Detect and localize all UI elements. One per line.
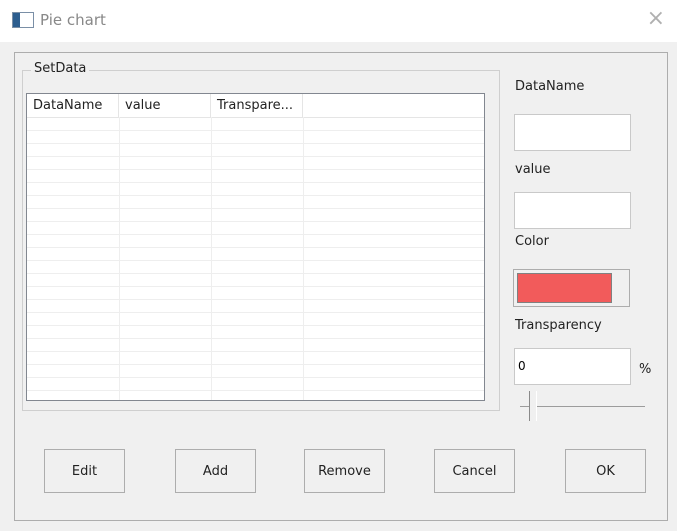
grid-row xyxy=(27,339,484,352)
color-picker-button[interactable] xyxy=(513,269,630,307)
color-swatch xyxy=(517,273,612,303)
window-icon xyxy=(12,12,34,28)
cancel-button[interactable]: Cancel xyxy=(434,449,515,493)
grid-row xyxy=(27,144,484,157)
column-header-transparency[interactable]: Transpare... xyxy=(211,94,303,117)
grid-row xyxy=(27,196,484,209)
grid-row xyxy=(27,378,484,391)
transparency-input[interactable] xyxy=(514,348,631,385)
dataname-input[interactable] xyxy=(514,114,631,151)
grid-row xyxy=(27,274,484,287)
list-header: DataName value Transpare... xyxy=(27,94,484,118)
remove-button[interactable]: Remove xyxy=(304,449,385,493)
close-icon[interactable]: × xyxy=(647,6,665,31)
grid-row xyxy=(27,352,484,365)
title-bar: Pie chart × xyxy=(0,0,677,42)
grid-row xyxy=(27,131,484,144)
grid-column-line xyxy=(119,117,120,400)
transparency-label: Transparency xyxy=(515,318,602,333)
data-list[interactable]: DataName value Transpare... xyxy=(26,93,485,401)
value-input[interactable] xyxy=(514,192,631,229)
ok-button[interactable]: OK xyxy=(565,449,646,493)
grid-row xyxy=(27,326,484,339)
grid-row xyxy=(27,118,484,131)
edit-button[interactable]: Edit xyxy=(44,449,125,493)
value-label: value xyxy=(515,162,551,177)
transparency-slider-track[interactable] xyxy=(520,406,645,407)
grid-column-line xyxy=(303,117,304,400)
grid-row xyxy=(27,287,484,300)
color-label: Color xyxy=(515,234,549,249)
grid-row xyxy=(27,157,484,170)
column-header-dataname[interactable]: DataName xyxy=(27,94,119,117)
grid-row xyxy=(27,235,484,248)
grid-row xyxy=(27,365,484,378)
add-button[interactable]: Add xyxy=(175,449,256,493)
grid-row xyxy=(27,248,484,261)
grid-row xyxy=(27,261,484,274)
dataname-label: DataName xyxy=(515,79,585,94)
grid-row xyxy=(27,183,484,196)
grid-row xyxy=(27,222,484,235)
grid-column-line xyxy=(211,117,212,400)
window-title: Pie chart xyxy=(40,11,106,29)
grid-row xyxy=(27,391,484,400)
grid-row xyxy=(27,170,484,183)
grid-row xyxy=(27,300,484,313)
column-header-value[interactable]: value xyxy=(119,94,211,117)
transparency-slider-thumb[interactable] xyxy=(529,391,537,421)
setdata-group-label: SetData xyxy=(31,61,90,76)
grid-row xyxy=(27,209,484,222)
grid-row xyxy=(27,313,484,326)
percent-sign: % xyxy=(639,362,652,377)
